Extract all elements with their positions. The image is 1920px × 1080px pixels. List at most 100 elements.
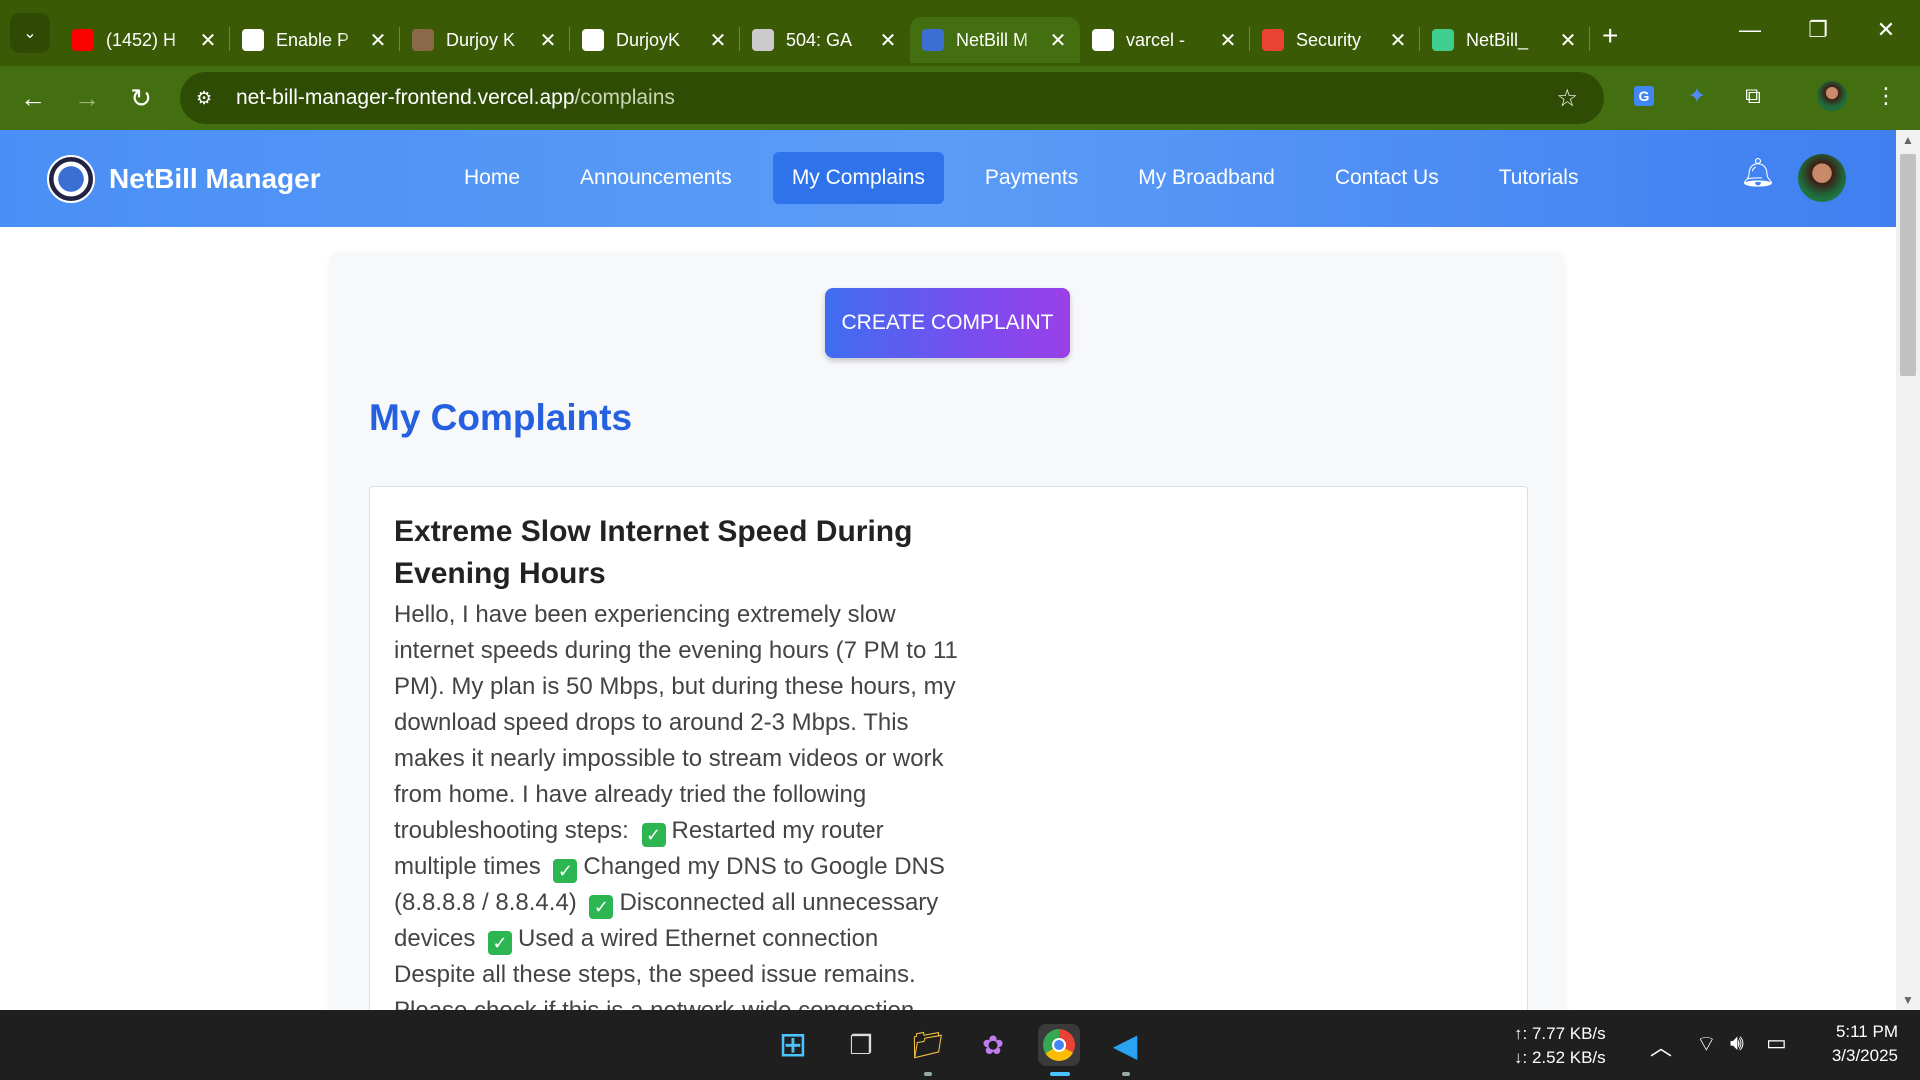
openai-icon (242, 29, 264, 51)
nav-link-tutorials[interactable]: Tutorials (1480, 152, 1598, 204)
url-host: net-bill-manager-frontend.vercel.app (236, 86, 575, 109)
google-translate-icon[interactable]: G (1624, 76, 1664, 116)
complaint-intro: Hello, I have been experiencing extremel… (394, 601, 958, 844)
scroll-up-arrow-icon[interactable]: ▲ (1896, 130, 1920, 150)
chrome-icon[interactable] (1038, 1024, 1080, 1066)
complaint-title: Extreme Slow Internet Speed During Eveni… (394, 515, 913, 590)
browser-menu-icon[interactable]: ⋮ (1866, 76, 1906, 116)
bolt-icon (1432, 29, 1454, 51)
site-navbar: NetBill Manager Home Announcements My Comp… (0, 130, 1896, 227)
tab-close-icon[interactable]: ✕ (1388, 28, 1408, 53)
tab-close-icon[interactable]: ✕ (198, 28, 218, 53)
battery-icon[interactable]: ▭ (1766, 1030, 1787, 1056)
extension-puzzle-icon[interactable]: ✦ (1677, 76, 1717, 116)
tab-strip: (1452) H ✕ Enable P ✕ Durjoy K ✕ DurjoyK ✕ 504: … (60, 0, 1590, 66)
browser-tab[interactable]: DurjoyK ✕ (570, 17, 740, 63)
google-icon (1092, 29, 1114, 51)
profile-avatar-icon[interactable] (1812, 76, 1852, 116)
checkmark-icon: ✓ (589, 895, 614, 919)
tab-close-icon[interactable]: ✕ (538, 28, 558, 53)
browser-tab[interactable]: Security ✕ (1250, 17, 1420, 63)
vscode-icon[interactable]: ◀ (1104, 1024, 1146, 1066)
wifi-icon[interactable]: ⌔ (1696, 1030, 1717, 1058)
globe-icon (752, 29, 774, 51)
nav-link-home[interactable]: Home (445, 152, 539, 204)
profile-photo-icon (412, 29, 434, 51)
tab-title: Enable P (276, 29, 350, 50)
tab-close-icon[interactable]: ✕ (1558, 28, 1578, 53)
scrollbar-thumb[interactable] (1900, 154, 1916, 376)
nav-menu: Home Announcements My Complains Payments My … (445, 152, 1619, 204)
nav-link-my-complains[interactable]: My Complains (772, 152, 944, 204)
checkmark-icon: ✓ (641, 823, 666, 847)
browser-tab[interactable]: varcel - ✕ (1080, 17, 1250, 63)
gmail-icon (1262, 29, 1284, 51)
complaint-item: Extreme Slow Internet Speed During Eveni… (369, 486, 1528, 1010)
new-tab-button[interactable]: + (1602, 20, 1618, 52)
browser-tab-bar: ⌄ (1452) H ✕ Enable P ✕ Durjoy K ✕ DurjoyK ✕ 504… (0, 0, 1920, 66)
nav-link-announcements[interactable]: Announcements (561, 152, 751, 204)
url-path: /complains (574, 86, 675, 109)
window-controls: — ❐ ✕ (1716, 0, 1920, 60)
tab-close-icon[interactable]: ✕ (368, 28, 388, 53)
tab-search-dropdown[interactable]: ⌄ (10, 13, 50, 53)
browser-tab[interactable]: Durjoy K ✕ (400, 17, 570, 63)
scroll-down-arrow-icon[interactable]: ▼ (1896, 990, 1920, 1010)
nav-link-contact-us[interactable]: Contact Us (1316, 152, 1458, 204)
upload-speed: ↑: 7.77 KB/s (1514, 1024, 1606, 1043)
forward-arrow-icon[interactable]: → (60, 71, 114, 125)
active-app-indicator (1050, 1072, 1070, 1076)
tab-title: DurjoyK (616, 29, 681, 50)
checkmark-icon: ✓ (488, 931, 513, 955)
file-explorer-icon[interactable]: 📁︎ (907, 1024, 949, 1066)
tab-close-icon[interactable]: ✕ (878, 28, 898, 53)
tab-title: Security (1296, 29, 1362, 50)
browser-tab[interactable]: 504: GA ✕ (740, 17, 910, 63)
page-title: My Complaints (369, 397, 633, 438)
running-indicator (1122, 1072, 1130, 1076)
complaint-body: Hello, I have been experiencing extremel… (394, 597, 964, 1010)
page-scrollbar[interactable]: ▲ ▼ (1896, 130, 1920, 1010)
netbill-logo[interactable] (47, 154, 95, 203)
network-speed-meter: ↑: 7.77 KB/s ↓: 2.52 KB/s (1514, 1022, 1606, 1070)
create-complaint-button[interactable]: CREATE COMPLAINT (825, 288, 1070, 358)
system-clock[interactable]: 5:11 PM 3/3/2025 (1810, 1020, 1898, 1068)
tab-close-icon[interactable]: ✕ (1218, 28, 1238, 53)
tab-title: 504: GA (786, 29, 853, 50)
back-arrow-icon[interactable]: ← (6, 71, 60, 125)
url-text[interactable]: net-bill-manager-frontend.vercel.app/com… (236, 86, 675, 110)
clock-date: 3/3/2025 (1831, 1046, 1898, 1065)
complaint-outro: Despite all these steps, the speed issue… (394, 961, 916, 1010)
web-page: NetBill Manager Home Announcements My Comp… (0, 130, 1896, 1010)
checkmark-icon: ✓ (553, 859, 578, 883)
tab-close-icon[interactable]: ✕ (708, 28, 728, 53)
browser-tab[interactable]: NetBill M ✕ (910, 17, 1080, 63)
windows-taskbar: ⊞ ❐ 📁︎ ✿ ◀ ↑: 7.77 KB/s ↓: 2.52 KB/s ︿ ⌔… (0, 1010, 1920, 1080)
browser-tab[interactable]: NetBill_ ✕ (1420, 17, 1590, 63)
tab-close-icon[interactable]: ✕ (1048, 28, 1068, 53)
nav-link-payments[interactable]: Payments (966, 152, 1097, 204)
bookmark-star-icon[interactable]: ☆ (1556, 84, 1578, 113)
brand-name[interactable]: NetBill Manager (109, 163, 321, 195)
reload-icon[interactable]: ↻ (114, 71, 168, 125)
copilot-icon[interactable]: ✿ (972, 1024, 1014, 1066)
task-view-icon[interactable]: ❐ (840, 1024, 882, 1066)
user-avatar[interactable] (1798, 154, 1846, 202)
volume-icon[interactable]: 🔊︎ (1730, 1030, 1744, 1056)
notification-bell-icon[interactable]: 🔔︎ (1740, 156, 1776, 189)
nav-link-my-broadband[interactable]: My Broadband (1119, 152, 1294, 204)
complaints-card: CREATE COMPLAINT My Complaints Extreme S… (330, 252, 1564, 1010)
windows-start-icon[interactable]: ⊞ (772, 1024, 814, 1066)
tab-title: (1452) H (106, 29, 177, 50)
address-bar[interactable]: ⚙ net-bill-manager-frontend.vercel.app/c… (180, 72, 1604, 124)
github-icon (582, 29, 604, 51)
browser-tab[interactable]: Enable P ✕ (230, 17, 400, 63)
extensions-icon[interactable]: ⧉ (1733, 76, 1773, 116)
show-hidden-icons-chevron-icon[interactable]: ︿ (1650, 1030, 1672, 1062)
minimize-icon[interactable]: — (1716, 0, 1784, 60)
site-info-icon[interactable]: ⚙ (196, 88, 224, 109)
download-speed: ↓: 2.52 KB/s (1514, 1048, 1606, 1067)
close-window-icon[interactable]: ✕ (1852, 0, 1920, 60)
browser-tab[interactable]: (1452) H ✕ (60, 17, 230, 63)
restore-icon[interactable]: ❐ (1784, 0, 1852, 60)
